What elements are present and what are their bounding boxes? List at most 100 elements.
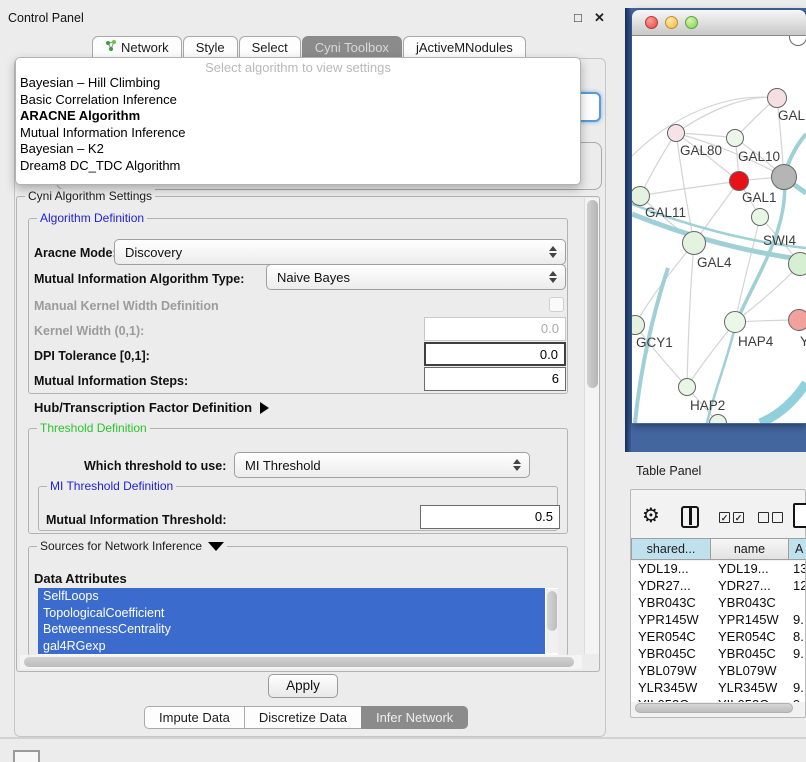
table-cell <box>789 663 805 680</box>
mi-threshold-field[interactable]: 0.5 <box>420 505 560 529</box>
table-cell: YDR27... <box>711 578 789 595</box>
dpi-tolerance-field[interactable]: 0.0 <box>424 342 566 366</box>
selected-value: Discovery <box>125 245 182 260</box>
close-traffic-light-icon[interactable] <box>645 16 658 29</box>
columns-icon[interactable] <box>681 506 699 528</box>
table-horizontal-scrollbar[interactable] <box>632 702 804 714</box>
network-node-gal80[interactable] <box>667 124 685 142</box>
sources-toggle[interactable]: Sources for Network Inference <box>37 539 227 553</box>
settings-vertical-scrollbar[interactable] <box>584 198 599 654</box>
which-threshold-label: Which threshold to use: <box>84 459 226 473</box>
table-row[interactable]: YLR345WYLR345W9. <box>631 680 805 697</box>
settings-horizontal-scrollbar[interactable] <box>20 655 582 669</box>
algorithm-option[interactable]: Bayesian – Hill Climbing <box>16 75 580 92</box>
checked-box-icon[interactable]: ✓ <box>719 512 730 523</box>
table-row[interactable]: YBR043CYBR043C <box>631 595 805 612</box>
which-threshold-select[interactable]: MI Threshold <box>234 452 530 478</box>
node-label: GAL1 <box>742 190 777 205</box>
table-row[interactable]: YDL19...YDL19...13 <box>631 561 805 578</box>
table-row[interactable]: YDR27...YDR27...12 <box>631 578 805 595</box>
table-cell: 9. <box>789 612 805 629</box>
table-row[interactable]: YPR145WYPR145W9. <box>631 612 805 629</box>
tab-select[interactable]: Select <box>239 36 301 59</box>
attribute-item[interactable]: BetweennessCentrality <box>38 621 545 638</box>
data-attributes-label: Data Attributes <box>34 571 127 586</box>
kernel-width-field[interactable]: 0.0 <box>424 317 566 341</box>
tab-label: Impute Data <box>159 710 230 725</box>
network-node-hap2[interactable] <box>678 378 696 396</box>
table-cell: YER054C <box>631 629 711 646</box>
network-node[interactable] <box>771 164 797 190</box>
gear-icon[interactable]: ⚙ <box>642 503 660 527</box>
hub-label: Hub/Transcription Factor Definition <box>34 400 252 415</box>
tab-discretize-data[interactable]: Discretize Data <box>244 706 361 729</box>
unchecked-box-icon[interactable] <box>758 512 769 523</box>
unchecked-box-icon[interactable] <box>772 512 783 523</box>
docked-panel-icon[interactable] <box>13 750 40 762</box>
table-cell: 9. <box>789 680 805 697</box>
float-window-icon[interactable]: □ <box>574 10 582 25</box>
manual-kernel-checkbox[interactable] <box>549 297 564 312</box>
tab-jactivemnodules[interactable]: jActiveMNodules <box>403 36 526 59</box>
network-node-y[interactable] <box>788 309 806 331</box>
network-node[interactable] <box>788 252 806 276</box>
page-icon[interactable] <box>793 503 806 528</box>
table-row[interactable]: YER054CYER054C8. <box>631 629 805 646</box>
network-node-gal1[interactable] <box>729 171 749 191</box>
algorithm-option[interactable]: Bayesian – K2 <box>16 141 580 158</box>
zoom-traffic-light-icon[interactable] <box>685 16 698 29</box>
list-scrollbar[interactable] <box>546 589 558 653</box>
column-header-name[interactable]: name <box>711 538 789 560</box>
network-node-gal[interactable] <box>767 88 787 108</box>
tab-label: jActiveMNodules <box>416 40 513 55</box>
checked-box-icon[interactable]: ✓ <box>733 512 744 523</box>
algorithm-option[interactable]: Dream8 DC_TDC Algorithm <box>16 158 580 175</box>
network-icon <box>105 40 117 55</box>
table-row[interactable]: YBR045CYBR045C9. <box>631 646 805 663</box>
data-attributes-list[interactable]: SelfLoopsTopologicalCoefficientBetweenne… <box>38 588 558 655</box>
table-rows[interactable]: YDL19...YDL19...13YDR27...YDR27...12YBR0… <box>631 561 805 702</box>
tab-style[interactable]: Style <box>183 36 238 59</box>
attribute-item[interactable]: SelfLoops <box>38 588 545 605</box>
node-label: GAL <box>778 108 805 123</box>
collapse-arrow-icon <box>208 542 224 551</box>
selected-value: MI Threshold <box>245 458 321 473</box>
table-row[interactable]: YBL079WYBL079W <box>631 663 805 680</box>
expand-arrow-icon <box>260 402 269 414</box>
group-title: Algorithm Definition <box>37 211 147 225</box>
tab-network[interactable]: Network <box>92 36 182 59</box>
table-cell: YDR27... <box>631 578 711 595</box>
network-node-gal10[interactable] <box>726 129 744 147</box>
column-header-shared-name[interactable]: shared... <box>631 538 711 560</box>
table-cell: YBR043C <box>631 595 711 612</box>
tab-label: Style <box>196 40 225 55</box>
node-label: SWI4 <box>763 233 796 248</box>
network-canvas[interactable]: GALGAL80GAL10GAL1GAL11SWI4GAL4GCY1HAP4YH… <box>632 36 806 423</box>
network-view-window[interactable]: GALGAL80GAL10GAL1GAL11SWI4GAL4GCY1HAP4YH… <box>632 10 806 424</box>
algorithm-dropdown-list: Bayesian – Hill ClimbingBasic Correlatio… <box>16 75 580 174</box>
close-window-icon[interactable]: ✕ <box>594 10 605 26</box>
network-node-gal4[interactable] <box>682 231 706 255</box>
tab-infer-network[interactable]: Infer Network <box>361 706 468 729</box>
tab-label: Cyni Toolbox <box>315 40 389 55</box>
mi-type-select[interactable]: Naive Bayes <box>266 264 566 290</box>
node-label: HAP2 <box>690 398 725 413</box>
hub-definition-toggle[interactable]: Hub/Transcription Factor Definition <box>34 400 269 415</box>
network-window-titlebar[interactable] <box>632 10 806 36</box>
algorithm-option[interactable]: Basic Correlation Inference <box>16 92 580 109</box>
network-node-hap4[interactable] <box>724 311 746 333</box>
algorithm-option[interactable]: Mutual Information Inference <box>16 125 580 142</box>
mi-steps-field[interactable]: 6 <box>424 367 566 391</box>
aracne-mode-select[interactable]: Discovery <box>114 239 566 265</box>
algorithm-dropdown[interactable]: Select algorithm to view settings Bayesi… <box>15 57 581 185</box>
attribute-item[interactable]: TopologicalCoefficient <box>38 605 545 622</box>
tab-cyni-toolbox[interactable]: Cyni Toolbox <box>302 36 402 59</box>
manual-kernel-label: Manual Kernel Width Definition <box>34 299 219 313</box>
minimize-traffic-light-icon[interactable] <box>665 16 678 29</box>
apply-button[interactable]: Apply <box>268 674 338 698</box>
attribute-item[interactable]: gal4RGexp <box>38 638 545 655</box>
algorithm-option[interactable]: ARACNE Algorithm <box>16 108 580 125</box>
column-header-partial[interactable]: A <box>789 538 806 560</box>
tab-impute-data[interactable]: Impute Data <box>144 706 244 729</box>
network-node-swi4[interactable] <box>751 208 769 226</box>
